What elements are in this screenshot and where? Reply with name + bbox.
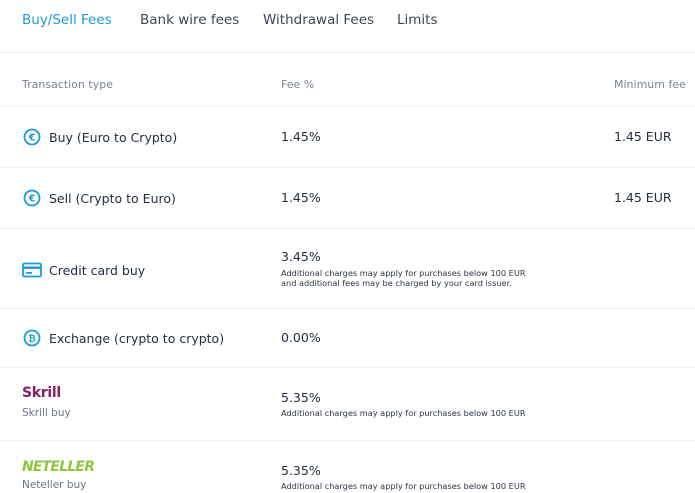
row-fee: 5.35% Additional charges may apply for p… xyxy=(281,463,526,491)
row-fee: 1.45% xyxy=(281,129,321,144)
row-fee: 5.35% Additional charges may apply for p… xyxy=(281,390,526,418)
row-type: € Buy (Euro to Crypto) xyxy=(22,127,177,147)
svg-text:€: € xyxy=(28,194,36,205)
skrill-logo: Skrill xyxy=(22,385,61,401)
tab-limits[interactable]: Limits xyxy=(397,12,438,28)
table-row: NETELLER Neteller buy 5.35% Additional c… xyxy=(0,441,695,493)
fee-value: 5.35% xyxy=(281,390,321,405)
fee-note: Additional charges may apply for purchas… xyxy=(281,481,526,491)
bitcoin-coin-icon: ₿ xyxy=(22,328,42,348)
row-label: Credit card buy xyxy=(49,262,146,278)
table-row: Skrill Skrill buy 5.35% Additional charg… xyxy=(0,368,695,441)
table-row: Credit card buy 3.45% Additional charges… xyxy=(0,229,695,309)
svg-text:€: € xyxy=(28,133,36,144)
table-row: € Sell (Crypto to Euro) 1.45% 1.45 EUR xyxy=(0,168,695,229)
header-transaction-type: Transaction type xyxy=(22,78,113,91)
row-label: Sell (Crypto to Euro) xyxy=(49,190,176,206)
row-label: Skrill buy xyxy=(22,407,71,419)
row-minimum-fee: 1.45 EUR xyxy=(614,190,672,205)
row-fee: 3.45% Additional charges may apply for p… xyxy=(281,249,526,288)
fee-note: Additional charges may apply for purchas… xyxy=(281,268,526,288)
fees-table: Transaction type Fee % Minimum fee € Buy… xyxy=(0,53,695,493)
fee-value: 1.45% xyxy=(281,190,321,205)
credit-card-icon xyxy=(22,260,42,280)
fee-note-line: Additional charges may apply for purchas… xyxy=(281,481,526,491)
table-header: Transaction type Fee % Minimum fee xyxy=(0,53,695,107)
row-fee: 1.45% xyxy=(281,190,321,205)
row-type: Credit card buy xyxy=(22,260,145,280)
fee-value: 1.45% xyxy=(281,129,321,144)
tab-buy-sell-fees[interactable]: Buy/Sell Fees xyxy=(22,12,112,28)
tab-bank-wire-fees[interactable]: Bank wire fees xyxy=(140,12,239,28)
row-label: Neteller buy xyxy=(22,479,87,491)
fee-value: 3.45% xyxy=(281,249,321,264)
table-row: € Buy (Euro to Crypto) 1.45% 1.45 EUR xyxy=(0,107,695,168)
table-row: ₿ Exchange (crypto to crypto) 0.00% xyxy=(0,309,695,368)
neteller-logo: NETELLER xyxy=(22,459,95,475)
row-fee: 0.00% xyxy=(281,330,321,345)
fee-value: 5.35% xyxy=(281,463,321,478)
header-minimum-fee: Minimum fee xyxy=(614,78,686,91)
fee-value: 0.00% xyxy=(281,330,321,345)
row-minimum-fee: 1.45 EUR xyxy=(614,129,672,144)
euro-coin-icon: € xyxy=(22,127,42,147)
tab-withdrawal-fees[interactable]: Withdrawal Fees xyxy=(263,12,374,28)
row-label: Buy (Euro to Crypto) xyxy=(49,129,178,145)
fee-note-line: and additional fees may be charged by yo… xyxy=(281,278,512,288)
euro-coin-icon: € xyxy=(22,188,42,208)
row-type: € Sell (Crypto to Euro) xyxy=(22,188,176,208)
fee-tabs: Buy/Sell Fees Bank wire fees Withdrawal … xyxy=(0,0,695,53)
row-type: ₿ Exchange (crypto to crypto) xyxy=(22,328,224,348)
header-fee-percent: Fee % xyxy=(281,78,315,91)
row-label: Exchange (crypto to crypto) xyxy=(49,330,225,346)
fee-note-line: Additional charges may apply for purchas… xyxy=(281,268,526,278)
fee-note: Additional charges may apply for purchas… xyxy=(281,408,526,418)
fee-note-line: Additional charges may apply for purchas… xyxy=(281,408,526,418)
svg-text:₿: ₿ xyxy=(28,333,35,344)
